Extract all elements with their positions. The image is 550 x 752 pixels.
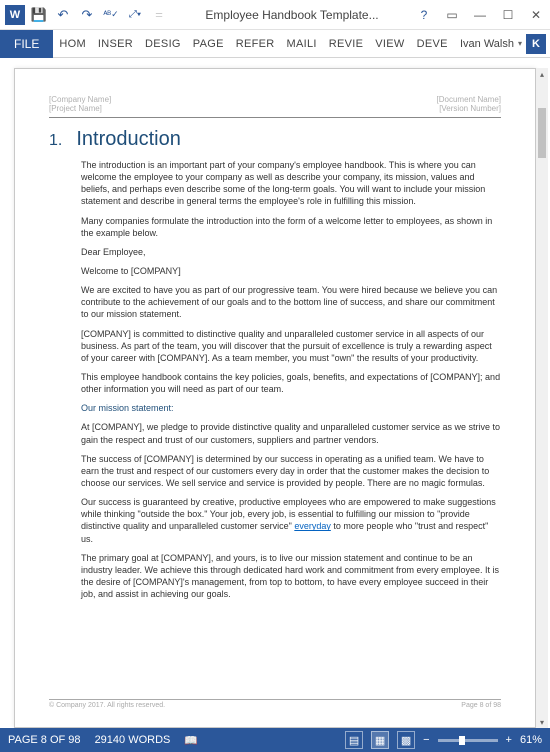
header-rule bbox=[49, 117, 501, 118]
paragraph: The success of [COMPANY] is determined b… bbox=[81, 453, 501, 489]
header-docname: [Document Name] bbox=[437, 95, 501, 104]
print-layout-icon[interactable]: ▦ bbox=[371, 731, 389, 749]
status-words[interactable]: 29140 WORDS bbox=[95, 734, 171, 746]
customize-icon[interactable]: ⤢▾ bbox=[124, 4, 146, 26]
read-mode-icon[interactable]: ▤ bbox=[345, 731, 363, 749]
tab-developer[interactable]: DEVE bbox=[411, 30, 454, 58]
paragraph: At [COMPANY], we pledge to provide disti… bbox=[81, 421, 501, 445]
header-project: [Project Name] bbox=[49, 104, 111, 113]
page-footer: © Company 2017. All rights reserved. Pag… bbox=[49, 699, 501, 709]
subheading: Our mission statement: bbox=[81, 402, 501, 414]
tab-page[interactable]: PAGE bbox=[187, 30, 230, 58]
ribbon-options-icon[interactable]: ▭ bbox=[438, 1, 466, 29]
proofing-icon[interactable]: 📖 bbox=[184, 734, 198, 747]
footer-page: Page 8 of 98 bbox=[461, 702, 501, 709]
undo-icon[interactable]: ↶ bbox=[52, 4, 74, 26]
paragraph: Our success is guaranteed by creative, p… bbox=[81, 496, 501, 545]
tab-mailings[interactable]: MAILI bbox=[281, 30, 323, 58]
paragraph: Many companies formulate the introductio… bbox=[81, 215, 501, 239]
page[interactable]: [Company Name] [Project Name] [Document … bbox=[14, 68, 536, 728]
qat-separator: = bbox=[148, 4, 170, 26]
minimize-icon[interactable]: — bbox=[466, 1, 494, 29]
user-name[interactable]: Ivan Walsh bbox=[460, 38, 514, 50]
ribbon-tabs: FILE HOM INSER DESIG PAGE REFER MAILI RE… bbox=[0, 30, 550, 58]
hyperlink[interactable]: everyday bbox=[294, 521, 331, 531]
status-bar: PAGE 8 OF 98 29140 WORDS 📖 ▤ ▦ ▩ − + 61% bbox=[0, 728, 550, 752]
user-avatar[interactable]: K bbox=[526, 34, 546, 54]
tab-design[interactable]: DESIG bbox=[139, 30, 187, 58]
redo-icon[interactable]: ↷ bbox=[76, 4, 98, 26]
close-icon[interactable]: ✕ bbox=[522, 1, 550, 29]
vertical-scrollbar[interactable]: ▴ ▾ bbox=[536, 68, 548, 728]
tab-view[interactable]: VIEW bbox=[369, 30, 410, 58]
heading-1: 1. Introduction bbox=[49, 128, 501, 151]
zoom-level[interactable]: 61% bbox=[520, 734, 542, 746]
chevron-down-icon[interactable]: ▾ bbox=[518, 39, 522, 48]
scroll-up-icon[interactable]: ▴ bbox=[536, 68, 548, 80]
word-logo: W bbox=[4, 4, 26, 26]
page-header: [Company Name] [Project Name] [Document … bbox=[49, 95, 501, 113]
tab-review[interactable]: REVIE bbox=[323, 30, 370, 58]
heading-number: 1. bbox=[49, 132, 62, 150]
titlebar: W 💾 ↶ ↷ ᴬᴮ✓ ⤢▾ = Employee Handbook Templ… bbox=[0, 0, 550, 30]
paragraph: The introduction is an important part of… bbox=[81, 159, 501, 208]
quick-access-toolbar: W 💾 ↶ ↷ ᴬᴮ✓ ⤢▾ = bbox=[0, 4, 174, 26]
header-company: [Company Name] bbox=[49, 95, 111, 104]
paragraph: We are excited to have you as part of ou… bbox=[81, 284, 501, 320]
paragraph: This employee handbook contains the key … bbox=[81, 371, 501, 395]
spellcheck-icon[interactable]: ᴬᴮ✓ bbox=[100, 4, 122, 26]
status-page[interactable]: PAGE 8 OF 98 bbox=[8, 734, 81, 746]
paragraph: Welcome to [COMPANY] bbox=[81, 265, 501, 277]
document-title: Employee Handbook Template... bbox=[174, 8, 410, 22]
tab-insert[interactable]: INSER bbox=[92, 30, 139, 58]
heading-text: Introduction bbox=[76, 128, 181, 151]
scroll-thumb[interactable] bbox=[538, 108, 546, 158]
paragraph: Dear Employee, bbox=[81, 246, 501, 258]
paragraph: [COMPANY] is committed to distinctive qu… bbox=[81, 328, 501, 364]
zoom-out-icon[interactable]: − bbox=[423, 734, 429, 746]
zoom-in-icon[interactable]: + bbox=[506, 734, 512, 746]
maximize-icon[interactable]: ☐ bbox=[494, 1, 522, 29]
tab-references[interactable]: REFER bbox=[230, 30, 281, 58]
window-controls: ? ▭ — ☐ ✕ bbox=[410, 1, 550, 29]
save-icon[interactable]: 💾 bbox=[28, 4, 50, 26]
tab-home[interactable]: HOM bbox=[53, 30, 92, 58]
header-version: [Version Number] bbox=[437, 104, 501, 113]
body-content[interactable]: The introduction is an important part of… bbox=[81, 159, 501, 600]
footer-copyright: © Company 2017. All rights reserved. bbox=[49, 702, 165, 709]
web-layout-icon[interactable]: ▩ bbox=[397, 731, 415, 749]
file-tab[interactable]: FILE bbox=[0, 30, 53, 58]
help-icon[interactable]: ? bbox=[410, 1, 438, 29]
paragraph: The primary goal at [COMPANY], and yours… bbox=[81, 552, 501, 601]
zoom-slider[interactable] bbox=[438, 739, 498, 742]
document-area: [Company Name] [Project Name] [Document … bbox=[0, 58, 550, 728]
scroll-down-icon[interactable]: ▾ bbox=[536, 716, 548, 728]
